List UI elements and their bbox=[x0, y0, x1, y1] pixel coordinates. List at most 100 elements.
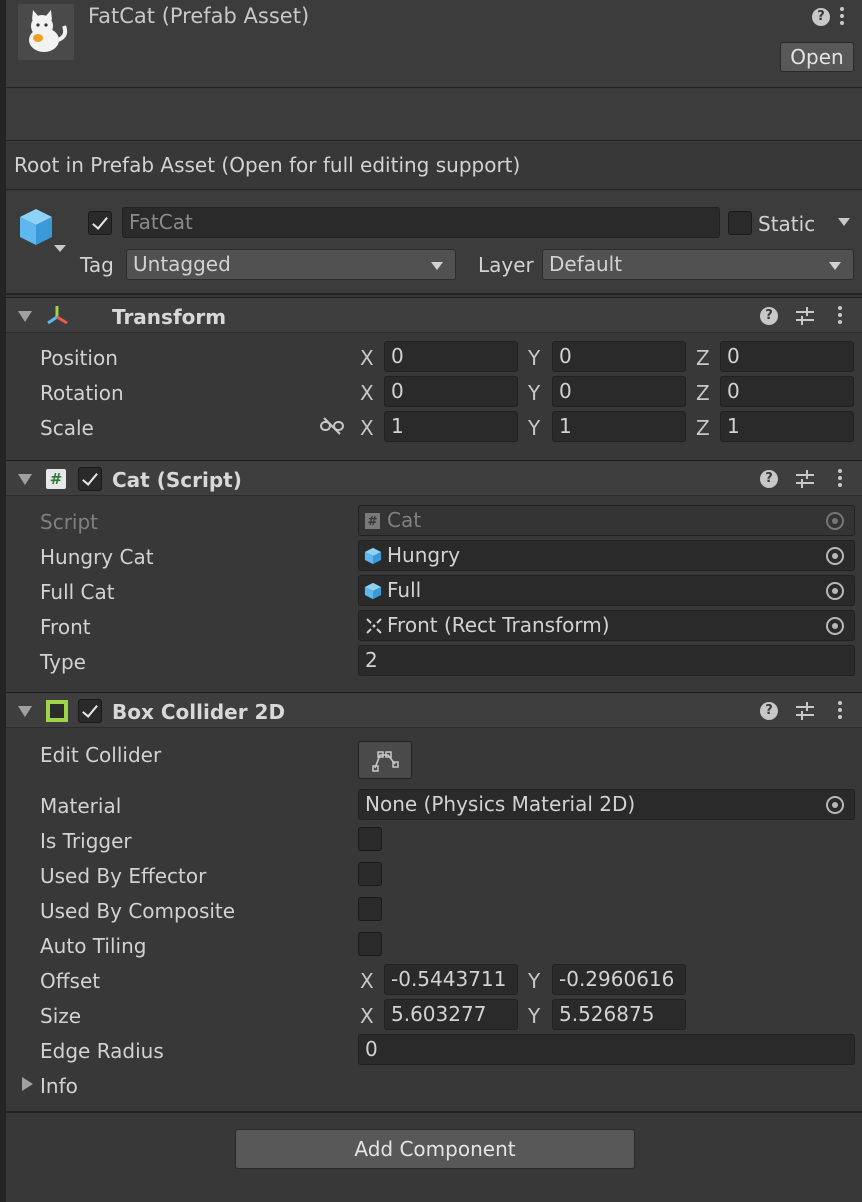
transform-header[interactable]: Transform ? bbox=[6, 297, 862, 333]
front-field[interactable]: Front (Rect Transform) bbox=[358, 610, 855, 641]
cube-icon bbox=[364, 582, 382, 600]
size-y-field[interactable]: 5.526875 bbox=[552, 999, 686, 1030]
script-icon: # bbox=[46, 469, 66, 489]
object-picker-icon[interactable] bbox=[826, 547, 844, 565]
add-component-button[interactable]: Add Component bbox=[235, 1129, 635, 1169]
gameobject-active-checkbox[interactable] bbox=[88, 211, 112, 235]
transform-title: Transform bbox=[112, 305, 227, 329]
axis-z-label: Z bbox=[696, 346, 710, 370]
is-trigger-checkbox[interactable] bbox=[358, 827, 382, 851]
tag-value: Untagged bbox=[133, 252, 231, 276]
full-cat-field[interactable]: Full bbox=[358, 575, 855, 606]
static-checkbox[interactable] bbox=[728, 211, 752, 235]
gameobject-header: FatCat Static Tag Untagged Layer Default bbox=[6, 191, 862, 295]
scale-x-field[interactable]: 1 bbox=[384, 411, 518, 442]
object-picker-icon[interactable] bbox=[826, 617, 844, 635]
help-icon[interactable]: ? bbox=[760, 470, 778, 488]
chevron-down-icon bbox=[431, 262, 443, 270]
unlinked-scale-icon[interactable] bbox=[320, 417, 344, 435]
position-x-field[interactable]: 0 bbox=[384, 341, 518, 372]
help-icon[interactable]: ? bbox=[812, 8, 830, 26]
edge-radius-field[interactable]: 0 bbox=[358, 1034, 855, 1065]
scale-z-field[interactable]: 1 bbox=[720, 411, 854, 442]
help-icon[interactable]: ? bbox=[760, 702, 778, 720]
rotation-y-field[interactable]: 0 bbox=[552, 376, 686, 407]
scale-label: Scale bbox=[40, 416, 94, 440]
box-collider-enabled-checkbox[interactable] bbox=[78, 699, 102, 723]
object-picker-icon[interactable] bbox=[826, 582, 844, 600]
static-label: Static bbox=[758, 212, 816, 236]
front-label: Front bbox=[40, 615, 91, 639]
full-cat-value: Full bbox=[387, 578, 422, 602]
prefab-thumbnail bbox=[18, 4, 74, 60]
offset-x-field[interactable]: -0.5443711 bbox=[384, 964, 518, 995]
material-label: Material bbox=[40, 794, 122, 818]
used-by-effector-checkbox[interactable] bbox=[358, 862, 382, 886]
hungry-cat-label: Hungry Cat bbox=[40, 545, 154, 569]
component-menu-icon[interactable] bbox=[838, 469, 844, 487]
axis-y-label: Y bbox=[528, 1004, 541, 1028]
axis-z-label: Z bbox=[696, 381, 710, 405]
info-foldout-label[interactable]: Info bbox=[40, 1076, 78, 1096]
foldout-expanded-icon[interactable] bbox=[18, 311, 32, 322]
gameobject-name-field[interactable]: FatCat bbox=[122, 207, 720, 238]
used-by-composite-checkbox[interactable] bbox=[358, 897, 382, 921]
edit-collider-icon bbox=[372, 751, 399, 772]
components-end-divider bbox=[6, 1111, 862, 1113]
offset-y-field[interactable]: -0.2960616 bbox=[552, 964, 686, 995]
rotation-z-field[interactable]: 0 bbox=[720, 376, 854, 407]
is-trigger-label: Is Trigger bbox=[40, 829, 132, 853]
axis-z-label: Z bbox=[696, 416, 710, 440]
foldout-expanded-icon[interactable] bbox=[18, 706, 32, 717]
presets-icon[interactable] bbox=[794, 700, 816, 722]
presets-icon[interactable] bbox=[794, 305, 816, 327]
layer-label: Layer bbox=[478, 253, 534, 277]
axis-x-label: X bbox=[360, 416, 374, 440]
component-menu-icon[interactable] bbox=[838, 701, 844, 719]
type-field[interactable]: 2 bbox=[358, 645, 855, 676]
foldout-expanded-icon[interactable] bbox=[18, 474, 32, 485]
presets-icon[interactable] bbox=[794, 468, 816, 490]
open-button[interactable]: Open bbox=[780, 42, 854, 72]
cat-thumbnail-icon bbox=[29, 10, 68, 52]
position-z-field[interactable]: 0 bbox=[720, 341, 854, 372]
tag-dropdown[interactable]: Untagged bbox=[126, 249, 456, 280]
prefab-note: Root in Prefab Asset (Open for full edit… bbox=[14, 153, 521, 177]
script-value: Cat bbox=[387, 508, 422, 532]
layer-dropdown[interactable]: Default bbox=[542, 249, 854, 280]
script-label: Script bbox=[40, 510, 99, 534]
toolbar-strip bbox=[6, 89, 862, 141]
position-label: Position bbox=[40, 346, 118, 370]
object-picker-icon[interactable] bbox=[826, 796, 844, 814]
box-collider-icon bbox=[46, 700, 68, 722]
help-icon[interactable]: ? bbox=[760, 307, 778, 325]
cat-script-enabled-checkbox[interactable] bbox=[78, 467, 102, 491]
cube-icon bbox=[364, 547, 382, 565]
transform-icon bbox=[47, 306, 68, 325]
menu-icon[interactable] bbox=[840, 6, 846, 28]
object-picker-icon bbox=[826, 512, 844, 530]
hungry-cat-field[interactable]: Hungry bbox=[358, 540, 855, 571]
box-collider-title: Box Collider 2D bbox=[112, 700, 286, 724]
chevron-down-icon bbox=[829, 262, 841, 270]
layer-value: Default bbox=[549, 252, 623, 276]
full-cat-label: Full Cat bbox=[40, 580, 115, 604]
gameobject-icon[interactable] bbox=[16, 207, 68, 255]
rotation-label: Rotation bbox=[40, 381, 124, 405]
static-dropdown-icon[interactable] bbox=[838, 218, 850, 226]
tag-label: Tag bbox=[80, 253, 114, 277]
component-menu-icon[interactable] bbox=[838, 306, 844, 324]
scale-y-field[interactable]: 1 bbox=[552, 411, 686, 442]
auto-tiling-checkbox[interactable] bbox=[358, 932, 382, 956]
axis-x-label: X bbox=[360, 346, 374, 370]
box-collider-header[interactable]: Box Collider 2D ? bbox=[6, 692, 862, 728]
material-field[interactable]: None (Physics Material 2D) bbox=[358, 789, 855, 820]
position-y-field[interactable]: 0 bbox=[552, 341, 686, 372]
info-foldout-icon[interactable] bbox=[22, 1077, 33, 1091]
used-by-composite-label: Used By Composite bbox=[40, 899, 236, 923]
size-x-field[interactable]: 5.603277 bbox=[384, 999, 518, 1030]
rotation-x-field[interactable]: 0 bbox=[384, 376, 518, 407]
cat-script-header[interactable]: # Cat (Script) ? bbox=[6, 460, 862, 496]
edit-collider-button[interactable] bbox=[358, 741, 412, 779]
hungry-cat-value: Hungry bbox=[387, 543, 461, 567]
